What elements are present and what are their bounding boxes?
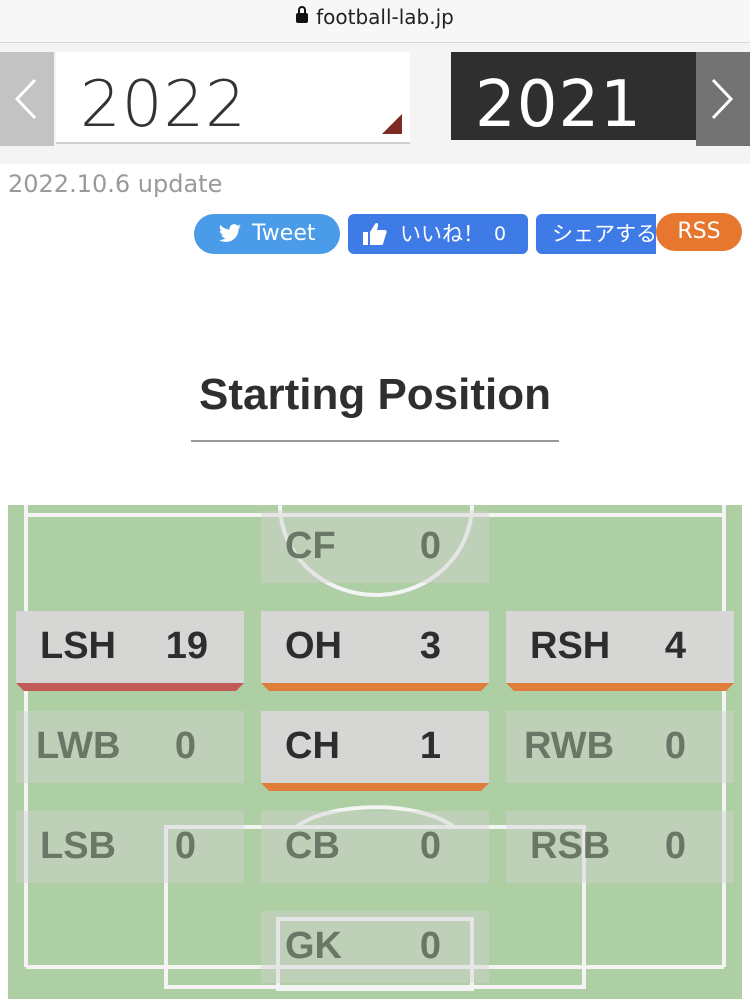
position-label: RSB: [530, 825, 611, 867]
position-value: 0: [664, 725, 686, 767]
position-value: 0: [419, 925, 441, 967]
previous-year-button[interactable]: [0, 52, 54, 146]
highlight-bar: [261, 783, 489, 791]
position-lsb: LSB 0: [16, 811, 244, 883]
tweet-button[interactable]: Tweet: [194, 214, 340, 254]
position-label: OH: [285, 625, 342, 667]
position-value: 0: [419, 825, 441, 867]
highlight-bar: [261, 683, 489, 691]
position-label: LSH: [40, 625, 116, 667]
section-title: Starting Position: [199, 370, 551, 419]
previous-year-tab[interactable]: 2021: [451, 52, 696, 142]
tweet-label: Tweet: [252, 221, 316, 246]
position-value: 0: [664, 825, 686, 867]
position-rwb: RWB 0: [506, 711, 734, 783]
position-label: CF: [285, 525, 336, 567]
position-value: 1: [419, 725, 441, 767]
update-date: 2022.10.6 update: [8, 170, 223, 198]
position-label: GK: [285, 925, 342, 967]
position-label: RSH: [530, 625, 611, 667]
chevron-right-icon: [711, 78, 734, 120]
url-display[interactable]: football-lab.jp: [0, 5, 750, 29]
highlight-bar: [506, 683, 734, 691]
position-label: CB: [285, 825, 340, 867]
position-gk: GK 0: [261, 911, 489, 983]
previous-year-label: 2021: [475, 68, 642, 142]
position-label: RWB: [524, 725, 615, 767]
position-value: 0: [174, 725, 196, 767]
position-lwb: LWB 0: [16, 711, 244, 783]
position-label: LWB: [36, 725, 121, 767]
position-rsb: RSB 0: [506, 811, 734, 883]
thumbs-up-icon: [363, 222, 387, 245]
position-label: CH: [285, 725, 340, 767]
position-ch: CH 1: [261, 711, 489, 791]
year-selector: 2022 2021: [0, 43, 750, 164]
title-underline: [191, 440, 559, 442]
position-value: 3: [419, 625, 441, 667]
rss-button[interactable]: RSS: [656, 213, 742, 251]
share-label: シェアする: [552, 222, 656, 246]
highlight-bar: [16, 683, 244, 691]
lock-icon: [296, 6, 309, 23]
position-value: 4: [664, 625, 686, 667]
like-count: 0: [494, 223, 507, 245]
twitter-bird-icon: [218, 224, 241, 242]
position-label: LSB: [40, 825, 116, 867]
position-cb: CB 0: [261, 811, 489, 883]
like-label: いいね！: [400, 222, 484, 246]
pitch-diagram: CF 0 LSH 19 OH 3 RSH 4 LWB 0 CH 1 RWB 0 …: [8, 505, 742, 999]
dropdown-corner-icon: [382, 114, 402, 134]
position-rsh: RSH 4: [506, 611, 734, 691]
next-year-button[interactable]: [696, 52, 750, 146]
position-value: 0: [419, 525, 441, 567]
current-year-label: 2022: [80, 68, 247, 142]
chevron-left-icon: [14, 78, 37, 120]
current-year-select[interactable]: 2022: [56, 52, 410, 144]
position-value: 0: [174, 825, 196, 867]
browser-url-bar[interactable]: football-lab.jp: [0, 0, 750, 43]
position-lsh: LSH 19: [16, 611, 244, 691]
position-cf: CF 0: [261, 511, 489, 583]
like-button[interactable]: いいね！ 0: [348, 214, 528, 254]
share-button[interactable]: シェアする: [536, 214, 656, 254]
position-value: 19: [165, 625, 208, 667]
url-text: football-lab.jp: [316, 5, 454, 29]
position-oh: OH 3: [261, 611, 489, 691]
